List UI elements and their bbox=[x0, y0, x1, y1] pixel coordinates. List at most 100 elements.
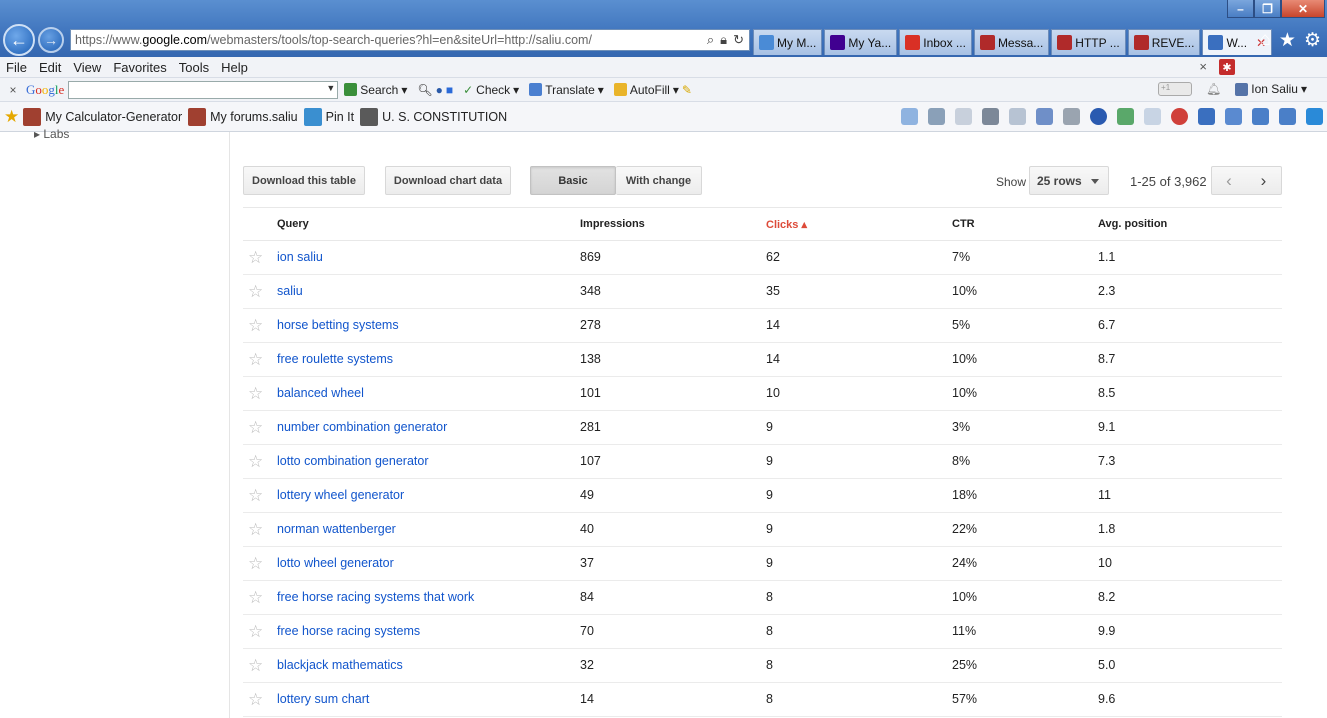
user-account-menu[interactable]: Ion Saliu ▾ bbox=[1235, 82, 1307, 96]
browser-tab[interactable]: HTTP ... bbox=[1051, 29, 1126, 55]
maximize-button[interactable]: ❐ bbox=[1254, 0, 1281, 18]
block-icon[interactable] bbox=[1171, 108, 1188, 125]
query-link[interactable]: free horse racing systems that work bbox=[277, 590, 474, 604]
dropdown-caret-icon[interactable]: ▼ bbox=[326, 83, 335, 93]
browser-tab[interactable]: Messa... bbox=[973, 29, 1050, 55]
star-icon[interactable]: ☆ bbox=[248, 656, 263, 676]
check-button[interactable]: ✓ Check ▾ bbox=[463, 83, 519, 97]
browser-tab[interactable]: My M... bbox=[753, 29, 823, 55]
address-url[interactable]: https://www.google.com/webmasters/tools/… bbox=[75, 33, 707, 47]
star-icon[interactable]: ☆ bbox=[248, 622, 263, 642]
settings-gear-icon[interactable]: ⚙ bbox=[1304, 29, 1321, 52]
star-icon[interactable]: ☆ bbox=[248, 452, 263, 472]
menu-item-help[interactable]: Help bbox=[221, 60, 248, 75]
refresh-icon[interactable]: ↻ bbox=[733, 32, 744, 48]
query-link[interactable]: lotto combination generator bbox=[277, 454, 428, 468]
rss-feed-icon[interactable] bbox=[928, 108, 945, 125]
browser-tab[interactable]: REVE... bbox=[1127, 29, 1201, 55]
help-icon[interactable] bbox=[1090, 108, 1107, 125]
query-link[interactable]: ion saliu bbox=[277, 250, 323, 264]
home-icon[interactable] bbox=[901, 108, 918, 125]
google-search-input[interactable]: ▼ bbox=[68, 80, 339, 99]
send-icon[interactable] bbox=[1279, 108, 1296, 125]
translate-button[interactable]: Translate ▾ bbox=[529, 83, 604, 97]
favorite-link[interactable]: My forums.saliu bbox=[188, 107, 298, 126]
pencil-icon[interactable]: ✎ bbox=[682, 83, 692, 97]
close-icon[interactable]: × bbox=[1199, 59, 1207, 74]
query-link[interactable]: lottery wheel generator bbox=[277, 488, 404, 502]
basic-view-button[interactable]: Basic bbox=[530, 166, 616, 195]
browser-tab[interactable]: Inbox ... bbox=[899, 29, 972, 55]
star-icon[interactable]: ☆ bbox=[248, 486, 263, 506]
autofill-button[interactable]: AutoFill ▾ ✎ bbox=[613, 83, 692, 97]
with-change-view-button[interactable]: With change bbox=[616, 166, 702, 195]
next-page-button[interactable]: › bbox=[1246, 166, 1282, 195]
favorite-link[interactable]: My Calculator-Generator bbox=[23, 107, 182, 126]
bookmark-icon[interactable]: ■ bbox=[446, 83, 453, 97]
column-header-query[interactable]: Query bbox=[277, 218, 309, 230]
star-icon[interactable]: ☆ bbox=[248, 520, 263, 540]
menu-item-edit[interactable]: Edit bbox=[39, 60, 61, 75]
favorites-star-icon[interactable]: ★ bbox=[4, 107, 19, 127]
toolbar-globe-icons[interactable]: 🔍︎ ● ■ bbox=[417, 83, 453, 97]
menu-item-tools[interactable]: Tools bbox=[179, 60, 209, 75]
compatibility-icon[interactable] bbox=[1117, 108, 1134, 125]
code-icon[interactable] bbox=[1144, 108, 1161, 125]
browser-tab[interactable]: My Ya... bbox=[824, 29, 898, 55]
lock-icon[interactable]: 🔒︎ bbox=[720, 32, 727, 48]
download-table-button[interactable]: Download this table bbox=[243, 166, 365, 195]
star-icon[interactable]: ☆ bbox=[248, 690, 263, 710]
globe-icon[interactable]: ● bbox=[436, 83, 443, 97]
print-icon[interactable] bbox=[982, 108, 999, 125]
window-icon[interactable] bbox=[1252, 108, 1269, 125]
sidebar-item-labs[interactable]: ▸ Labs bbox=[34, 127, 69, 141]
page-icon[interactable] bbox=[1009, 108, 1026, 125]
favorites-star-icon[interactable]: ★ bbox=[1279, 29, 1296, 52]
search-icon[interactable]: ⌕ bbox=[707, 32, 714, 48]
star-icon[interactable]: ☆ bbox=[248, 316, 263, 336]
menu-item-file[interactable]: File bbox=[6, 60, 27, 75]
safety-shield-icon[interactable] bbox=[1036, 108, 1053, 125]
back-button[interactable]: ← bbox=[3, 24, 35, 56]
column-header-clicks[interactable]: Clicks ▴ bbox=[766, 218, 807, 231]
query-link[interactable]: free horse racing systems bbox=[277, 624, 420, 638]
tools-gear-icon[interactable] bbox=[1063, 108, 1080, 125]
home-icon[interactable]: ⌂ bbox=[1259, 29, 1270, 52]
menu-item-view[interactable]: View bbox=[73, 60, 101, 75]
star-icon[interactable]: ☆ bbox=[248, 554, 263, 574]
query-link[interactable]: free roulette systems bbox=[277, 352, 393, 366]
query-link[interactable]: balanced wheel bbox=[277, 386, 364, 400]
column-header-impressions[interactable]: Impressions bbox=[580, 218, 645, 230]
close-window-button[interactable]: ✕ bbox=[1281, 0, 1325, 18]
mail-icon[interactable] bbox=[955, 108, 972, 125]
star-icon[interactable]: ☆ bbox=[248, 248, 263, 268]
star-icon[interactable]: ☆ bbox=[248, 282, 263, 302]
zoom-icon[interactable]: 🔍︎ bbox=[417, 83, 432, 97]
download-chart-data-button[interactable]: Download chart data bbox=[385, 166, 511, 195]
skype-icon[interactable] bbox=[1306, 108, 1323, 125]
column-header-ctr[interactable]: CTR bbox=[952, 218, 975, 230]
google-search-button[interactable]: Search ▾ bbox=[344, 83, 407, 97]
query-link[interactable]: saliu bbox=[277, 284, 303, 298]
query-link[interactable]: lotto wheel generator bbox=[277, 556, 394, 570]
query-link[interactable]: lottery sum chart bbox=[277, 692, 369, 706]
menu-item-favorites[interactable]: Favorites bbox=[113, 60, 166, 75]
previous-page-button[interactable]: ‹ bbox=[1211, 166, 1247, 195]
star-icon[interactable]: ☆ bbox=[248, 588, 263, 608]
star-icon[interactable]: ☆ bbox=[248, 418, 263, 438]
query-link[interactable]: horse betting systems bbox=[277, 318, 399, 332]
favorite-link[interactable]: U. S. CONSTITUTION bbox=[360, 107, 507, 126]
plus-one-toggle[interactable]: +1 bbox=[1158, 82, 1193, 96]
zoom-icon[interactable] bbox=[1225, 108, 1242, 125]
close-toolbar-icon[interactable]: × bbox=[0, 83, 26, 97]
address-bar[interactable]: https://www.google.com/webmasters/tools/… bbox=[70, 29, 750, 51]
star-icon[interactable]: ☆ bbox=[248, 350, 263, 370]
forward-button[interactable]: → bbox=[38, 27, 64, 53]
query-link[interactable]: number combination generator bbox=[277, 420, 447, 434]
star-icon[interactable]: ☆ bbox=[248, 384, 263, 404]
text-format-icon[interactable] bbox=[1198, 108, 1215, 125]
column-header-avg-position[interactable]: Avg. position bbox=[1098, 218, 1167, 230]
query-link[interactable]: norman wattenberger bbox=[277, 522, 396, 536]
notifications-bell-icon[interactable]: 🔔︎ bbox=[1206, 82, 1221, 96]
rows-per-page-select[interactable]: 25 rows bbox=[1029, 166, 1109, 195]
